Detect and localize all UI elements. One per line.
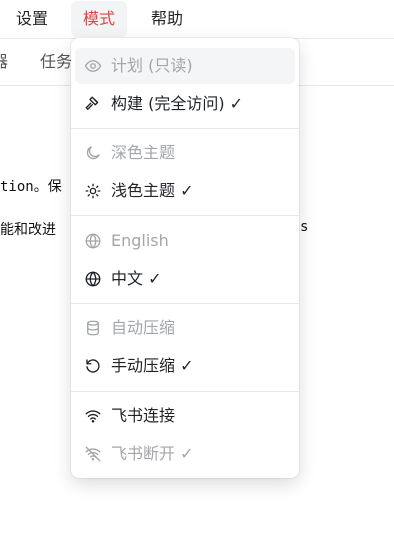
menu-bar: 设置 模式 帮助 — [0, 0, 394, 39]
toolbar-tab-partial[interactable]: 器 — [0, 39, 8, 85]
menu-item-label: 计划 (只读) — [111, 56, 193, 75]
menu-item-label: 构建 (完全访问) ✓ — [111, 94, 244, 113]
wifi-icon — [84, 407, 102, 425]
sun-icon — [84, 182, 102, 200]
menu-item-auto-compress[interactable]: 自动压缩 — [71, 310, 299, 346]
menu-item-label: 手动压缩 ✓ — [111, 356, 194, 375]
moon-icon — [84, 144, 102, 162]
database-icon — [84, 319, 102, 337]
menu-item-feishu-connect[interactable]: 飞书连接 — [71, 398, 299, 434]
menu-settings[interactable]: 设置 — [16, 0, 48, 38]
hammer-icon — [84, 95, 102, 113]
content-line-2: 能和改进 — [0, 222, 56, 238]
rotate-icon — [84, 357, 102, 375]
menu-item-build-full-access[interactable]: 构建 (完全访问) ✓ — [71, 86, 299, 122]
menu-separator — [71, 391, 299, 392]
menu-separator — [71, 215, 299, 216]
menu-item-label: 浅色主题 ✓ — [111, 181, 194, 200]
menu-item-label: 中文 ✓ — [111, 269, 162, 288]
menu-item-label: English — [111, 231, 169, 250]
menu-mode[interactable]: 模式 — [71, 1, 128, 37]
toolbar-tab-tasks[interactable]: 任务 — [40, 39, 72, 85]
globe-icon — [84, 270, 102, 288]
mode-dropdown-menu: 计划 (只读) 构建 (完全访问) ✓ 深色主题 浅色主题 ✓ English … — [71, 38, 299, 478]
menu-item-feishu-disconnect[interactable]: 飞书断开 ✓ — [71, 436, 299, 472]
eye-icon — [84, 57, 102, 75]
menu-item-label: 自动压缩 — [111, 318, 176, 337]
menu-item-dark-theme[interactable]: 深色主题 — [71, 135, 299, 171]
menu-item-label: 飞书连接 — [111, 406, 176, 425]
menu-help[interactable]: 帮助 — [151, 0, 183, 38]
content-line-1: tion。保 — [0, 179, 62, 195]
menu-separator — [71, 128, 299, 129]
menu-item-manual-compress[interactable]: 手动压缩 ✓ — [71, 348, 299, 384]
wifi-off-icon — [84, 445, 102, 463]
menu-item-chinese[interactable]: 中文 ✓ — [71, 261, 299, 297]
menu-item-light-theme[interactable]: 浅色主题 ✓ — [71, 173, 299, 209]
content-line-2-tail: s — [300, 219, 309, 235]
menu-item-english[interactable]: English — [71, 223, 299, 259]
menu-item-label: 飞书断开 ✓ — [111, 444, 194, 463]
menu-item-plan-readonly[interactable]: 计划 (只读) — [75, 48, 295, 84]
menu-item-label: 深色主题 — [111, 143, 176, 162]
menu-separator — [71, 303, 299, 304]
globe-icon — [84, 232, 102, 250]
